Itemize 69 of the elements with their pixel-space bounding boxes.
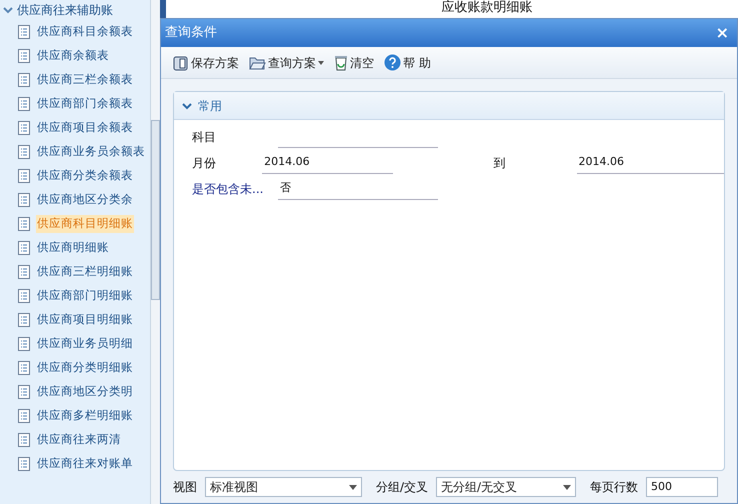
- tree-item[interactable]: 供应商往来两清: [36, 431, 122, 449]
- document-icon: [18, 337, 30, 351]
- tree-item[interactable]: 供应商项目余额表: [36, 119, 134, 137]
- close-button[interactable]: ×: [712, 25, 733, 41]
- document-icon: [18, 313, 30, 327]
- document-icon: [18, 193, 30, 207]
- tree-item[interactable]: 供应商余额表: [36, 47, 110, 65]
- caret-icon: [318, 60, 324, 64]
- tree-group-label[interactable]: 供应商往来辅助账: [17, 1, 113, 19]
- tree-item[interactable]: 供应商分类余额表: [36, 167, 134, 185]
- tree-item[interactable]: 供应商往来对账单: [36, 455, 134, 473]
- document-icon: [18, 457, 30, 471]
- tree-item[interactable]: 供应商业务员明细: [36, 335, 134, 353]
- field-label: 到: [493, 155, 506, 172]
- tree-item[interactable]: 供应商部门明细账: [36, 287, 134, 305]
- document-icon: [18, 433, 30, 447]
- tree-item[interactable]: 供应商部门余额表: [36, 95, 134, 113]
- dropdown-arrow-icon: [349, 484, 357, 490]
- tree-item[interactable]: 供应商地区分类明: [36, 383, 134, 401]
- tree-item[interactable]: 供应商多栏明细账: [36, 407, 134, 425]
- folder-icon: [249, 56, 266, 70]
- tree-item[interactable]: 供应商业务员余额表: [36, 143, 146, 161]
- tree-item[interactable]: 供应商地区分类余: [36, 191, 134, 209]
- trash-icon: [334, 54, 348, 70]
- document-icon: [18, 25, 30, 39]
- chevron-icon[interactable]: [182, 100, 192, 110]
- field-label: 科目: [192, 129, 217, 146]
- document-icon: [18, 409, 30, 423]
- document-icon: [18, 145, 30, 159]
- document-icon: [18, 385, 30, 399]
- section-header[interactable]: 常用: [174, 92, 724, 120]
- group-select[interactable]: 无分组/无交叉: [436, 477, 576, 497]
- tree-item[interactable]: 供应商明细账: [36, 239, 110, 257]
- tree-item[interactable]: 供应商项目明细账: [36, 311, 134, 329]
- document-icon: [18, 97, 30, 111]
- document-icon: [18, 169, 30, 183]
- document-icon: [18, 73, 30, 87]
- input-field[interactable]: 否: [278, 178, 438, 200]
- document-icon: [18, 361, 30, 375]
- view-select[interactable]: 标准视图: [205, 477, 362, 497]
- dialog-title: 查询条件: [165, 24, 217, 42]
- view-label: 视图: [173, 479, 197, 496]
- rows-field[interactable]: 500: [646, 477, 718, 497]
- document-icon: [18, 121, 30, 135]
- tree-item[interactable]: 供应商分类明细账: [36, 359, 134, 377]
- report-title: 应收账款明细账: [442, 0, 532, 16]
- document-icon: [18, 265, 30, 279]
- toolbar-button[interactable]: 保存方案: [173, 54, 239, 72]
- tree-item[interactable]: 供应商科目余额表: [36, 23, 134, 41]
- toolbar-button[interactable]: 查询方案: [249, 54, 324, 72]
- document-icon: [18, 241, 30, 255]
- rows-label: 每页行数: [590, 479, 638, 496]
- toolbar-button[interactable]: 清空: [334, 54, 374, 72]
- help-icon: [384, 54, 401, 71]
- document-icon: [18, 49, 30, 63]
- tree-item[interactable]: 供应商三栏明细账: [36, 263, 134, 281]
- input-field[interactable]: 2014.06: [262, 152, 394, 174]
- document-icon: [18, 217, 30, 231]
- input-field[interactable]: 2014.06: [576, 152, 724, 174]
- dropdown-arrow-icon: [563, 484, 572, 490]
- toolbar-button[interactable]: 帮 助: [384, 54, 431, 72]
- tree-item[interactable]: 供应商三栏余额表: [36, 71, 134, 89]
- chevron-icon[interactable]: [3, 5, 13, 15]
- document-icon: [18, 289, 30, 303]
- field-label: 月份: [192, 155, 217, 172]
- scrollbar[interactable]: [150, 0, 160, 504]
- save-icon: [173, 54, 189, 70]
- field-label: 是否包含未...: [192, 181, 264, 198]
- group-label: 分组/交叉: [376, 479, 428, 496]
